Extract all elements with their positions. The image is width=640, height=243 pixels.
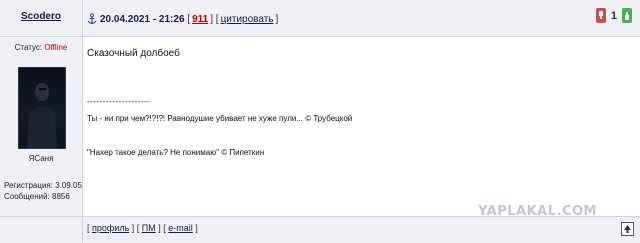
bracket: ] (275, 13, 279, 25)
footer-left-cell (0, 217, 83, 243)
avatar-caption: ЯСаня (28, 154, 54, 163)
email-link[interactable]: e-mail (168, 223, 193, 233)
avatar[interactable] (18, 67, 66, 149)
watermark: YAPLAKAL.COM (478, 204, 597, 219)
signature-line: "Нахер такое делать? Не понимаю" © Пипет… (87, 148, 265, 157)
author-stats: Регистрация: 3.09.05 Сообщений: 8856 (4, 180, 82, 202)
post-rating: 1 (610, 9, 617, 22)
forum-post: Scodero 20.04.2021 - 21:26 [ 911 ] [ цит… (0, 0, 640, 243)
status-label: Статус: (14, 43, 43, 52)
author-cell: Scodero (0, 0, 83, 36)
bracket: ] [ (210, 13, 219, 25)
post-anchor-icon[interactable] (87, 13, 97, 25)
post-header: Scodero 20.04.2021 - 21:26 [ 911 ] [ цит… (0, 0, 640, 37)
author-sidebar: Статус: Offline ЯСаня Регистрация: 3.09.… (0, 37, 83, 216)
profile-link[interactable]: профиль (92, 223, 129, 233)
pm-link[interactable]: ПМ (142, 223, 156, 233)
signature-separator: -------------------- (87, 97, 151, 106)
post-date: 20.04.2021 - 21:26 (100, 13, 185, 25)
vote-controls: 1 (595, 8, 632, 23)
quote-link[interactable]: цитировать (221, 14, 274, 25)
post-footer: [ профиль ] [ ПМ ] [ e-mail ] (0, 216, 640, 243)
signature-line: Ты - ни при чем?!?!?! Равнодушие убивает… (87, 114, 353, 123)
post-meta: 20.04.2021 - 21:26 [ 911 ] [ цитировать … (87, 12, 278, 26)
thumb-down-icon[interactable] (595, 8, 606, 23)
bracket: [ (184, 13, 191, 25)
arrow-up-icon[interactable] (621, 222, 634, 236)
post-number-link[interactable]: 911 (192, 14, 208, 25)
registration-date: Регистрация: 3.09.05 (4, 181, 82, 190)
post-text: Сказочный долбоеб (87, 48, 180, 59)
thumb-up-icon[interactable] (622, 8, 632, 23)
author-status: Статус: Offline (0, 43, 82, 52)
message-count: Сообщений: 8856 (4, 192, 70, 201)
author-name[interactable]: Scodero (0, 11, 82, 22)
post-body: Сказочный долбоеб -------------------- Т… (83, 37, 640, 216)
footer-links: [ профиль ] [ ПМ ] [ e-mail ] (87, 223, 198, 233)
status-value: Offline (44, 43, 68, 52)
